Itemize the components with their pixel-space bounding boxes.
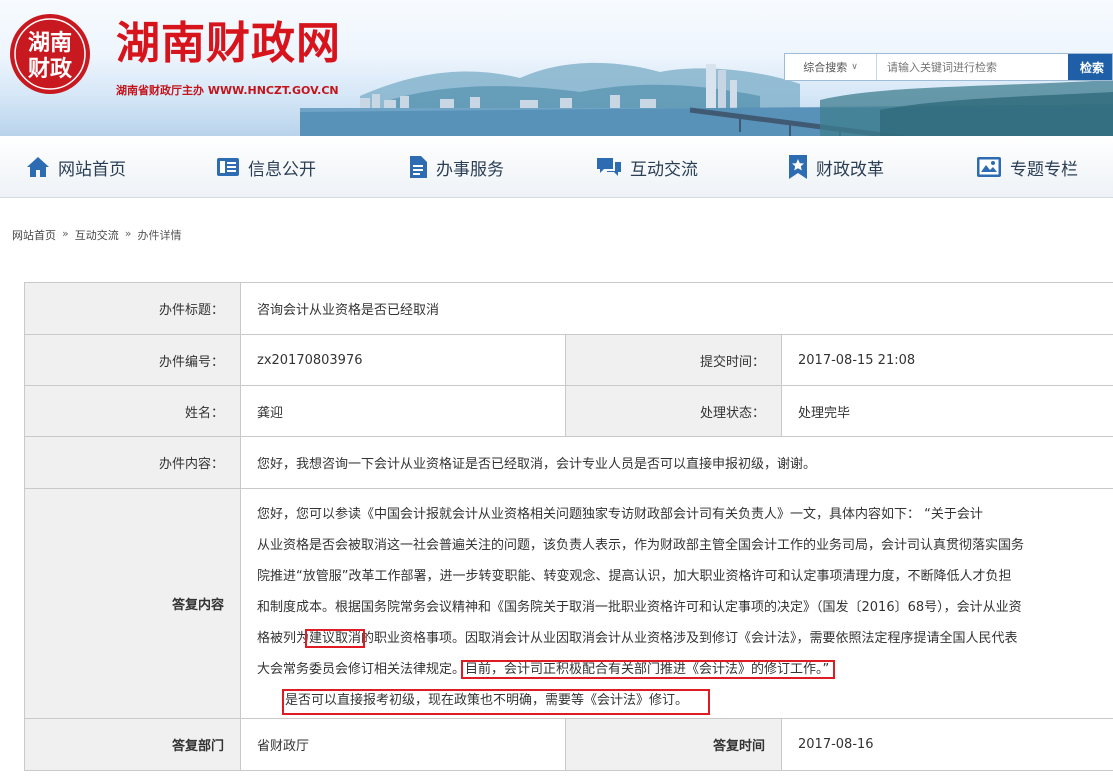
svg-text:湖南: 湖南 — [28, 30, 72, 56]
highlighted-phrase-exam: 是否可以直接报考初级，现在政策也不明确，需要等《会计法》修订。 — [282, 689, 711, 715]
number-label: 办件编号： — [24, 334, 241, 386]
header-banner: 湖南 财政 湖南财政网 湖南省财政厅主办 WWW.HNCZT.GOV.CN 综合… — [0, 0, 1113, 136]
table-row: 办件内容： 您好，我想咨询一下会计从业资格证是否已经取消，会计专业人员是否可以直… — [24, 436, 1113, 489]
reply-text: 的职业资格事项。因取消会计从业因取消会计从业资格涉及到修订《会计法》，需要依照法… — [361, 631, 1018, 646]
search-box: 综合搜索 ∨ 检索 — [784, 53, 1113, 81]
main-nav: 网站首页 信息公开 办事服务 互动交流 财政改革 专题专栏 — [0, 136, 1113, 198]
info-list-icon — [217, 158, 239, 176]
star-bookmark-icon — [789, 155, 807, 179]
reply-line: 从业资格是否会被取消这一社会普遍关注的问题，该负责人表示，作为财政部主管全国会计… — [257, 538, 1025, 553]
reply-line: 和制度成本。根据国务院常务会议精神和《国务院关于取消一批职业资格许可和认定事项的… — [257, 600, 1022, 615]
breadcrumb-current: 办件详情 — [137, 229, 182, 242]
site-subtitle: 湖南省财政厅主办 WWW.HNCZT.GOV.CN — [116, 84, 339, 97]
reply-line: 格被列为建议取消 的职业资格事项。因取消会计从业因取消会计从业资格涉及到修订《会计… — [257, 623, 1113, 654]
search-scope-select[interactable]: 综合搜索 ∨ — [785, 54, 877, 80]
reply-line: 是否可以直接报考初级，现在政策也不明确，需要等《会计法》修订。 — [257, 685, 1113, 716]
nav-item-info[interactable]: 信息公开 — [216, 136, 316, 198]
search-input[interactable] — [877, 54, 1068, 80]
reply-label: 答复内容 — [24, 488, 241, 719]
table-row: 答复内容 您好，您可以参读《中国会计报就会计从业资格相关问题独家专访财政部会计司… — [24, 488, 1113, 719]
picture-icon — [977, 157, 1001, 177]
submit-time-label: 提交时间： — [565, 334, 782, 386]
highlight-box — [305, 629, 366, 648]
reply-time-label: 答复时间 — [565, 718, 782, 771]
title-label: 办件标题： — [24, 282, 241, 335]
highlighted-phrase-cancel: 建议取消 — [305, 629, 366, 648]
reply-line: 大会常务委员会修订相关法律规定。目前，会计司正积极配合有关部门推进《会计法》的修… — [257, 654, 1113, 685]
home-icon — [27, 157, 49, 177]
reply-time-value: 2017-08-16 — [780, 718, 1113, 771]
highlight-box — [282, 689, 711, 715]
name-label: 姓名： — [24, 385, 241, 437]
search-button[interactable]: 检索 — [1068, 54, 1112, 80]
reply-text: 格被列为 — [257, 631, 310, 646]
nav-item-label: 互动交流 — [630, 159, 698, 180]
submit-time-value: 2017-08-15 21:08 — [780, 334, 1113, 386]
dept-label: 答复部门 — [24, 718, 241, 771]
breadcrumb-home[interactable]: 网站首页 — [12, 227, 56, 243]
status-value: 处理完毕 — [780, 385, 1113, 437]
highlighted-phrase-revision: 目前，会计司正积极配合有关部门推进《会计法》的修订工作。” — [461, 660, 836, 679]
reply-text: 大会常务委员会修订相关法律规定。 — [257, 662, 466, 677]
document-icon — [410, 156, 427, 178]
chat-icon — [597, 158, 621, 176]
content-value: 您好，我想咨询一下会计从业资格证是否已经取消，会计专业人员是否可以直接申报初级，… — [239, 436, 1113, 489]
case-detail-table: 办件标题： 咨询会计从业资格是否已经取消 办件编号： zx20170803976… — [24, 282, 1113, 771]
nav-item-label: 财政改革 — [816, 159, 884, 180]
nav-item-services[interactable]: 办事服务 — [408, 136, 504, 198]
search-scope-label: 综合搜索 — [803, 61, 848, 74]
nav-item-label: 专题专栏 — [1010, 159, 1078, 180]
number-value: zx20170803976 — [240, 334, 566, 386]
nav-item-topics[interactable]: 专题专栏 — [976, 136, 1078, 198]
nav-item-label: 办事服务 — [436, 159, 504, 180]
table-row: 答复部门 省财政厅 答复时间 2017-08-16 — [24, 718, 1113, 771]
table-row: 姓名： 龚迎 处理状态： 处理完毕 — [24, 385, 1113, 437]
reply-line: 您好，您可以参读《中国会计报就会计从业资格相关问题独家专访财政部会计司有关负责人… — [257, 507, 983, 522]
status-label: 处理状态： — [565, 385, 782, 437]
reply-content: 您好，您可以参读《中国会计报就会计从业资格相关问题独家专访财政部会计司有关负责人… — [239, 488, 1113, 719]
nav-item-home[interactable]: 网站首页 — [26, 136, 126, 198]
breadcrumb-interaction[interactable]: 互动交流 — [75, 227, 119, 243]
breadcrumb-separator: » — [62, 227, 69, 240]
breadcrumb: 网站首页 » 互动交流 » 办件详情 — [12, 227, 181, 243]
reply-line: 院推进“放管服”改革工作部署，进一步转变职能、转变观念、提高认识，加大职业资格许… — [257, 569, 1012, 584]
content-label: 办件内容： — [24, 436, 241, 489]
seal-logo: 湖南 财政 — [10, 14, 90, 94]
chevron-down-icon: ∨ — [851, 62, 858, 72]
nav-item-label: 信息公开 — [248, 159, 316, 180]
site-title: 湖南财政网 — [116, 18, 341, 69]
nav-item-interaction[interactable]: 互动交流 — [596, 136, 698, 198]
highlight-box — [461, 660, 836, 679]
svg-text:财政: 财政 — [28, 56, 73, 82]
table-row: 办件标题： 咨询会计从业资格是否已经取消 — [24, 282, 1113, 335]
table-row: 办件编号： zx20170803976 提交时间： 2017-08-15 21:… — [24, 334, 1113, 386]
dept-value: 省财政厅 — [240, 718, 566, 771]
title-value: 咨询会计从业资格是否已经取消 — [239, 282, 1113, 335]
nav-item-label: 网站首页 — [58, 159, 126, 180]
breadcrumb-separator: » — [124, 227, 132, 240]
name-value: 龚迎 — [240, 385, 566, 437]
nav-item-reform[interactable]: 财政改革 — [788, 136, 884, 198]
